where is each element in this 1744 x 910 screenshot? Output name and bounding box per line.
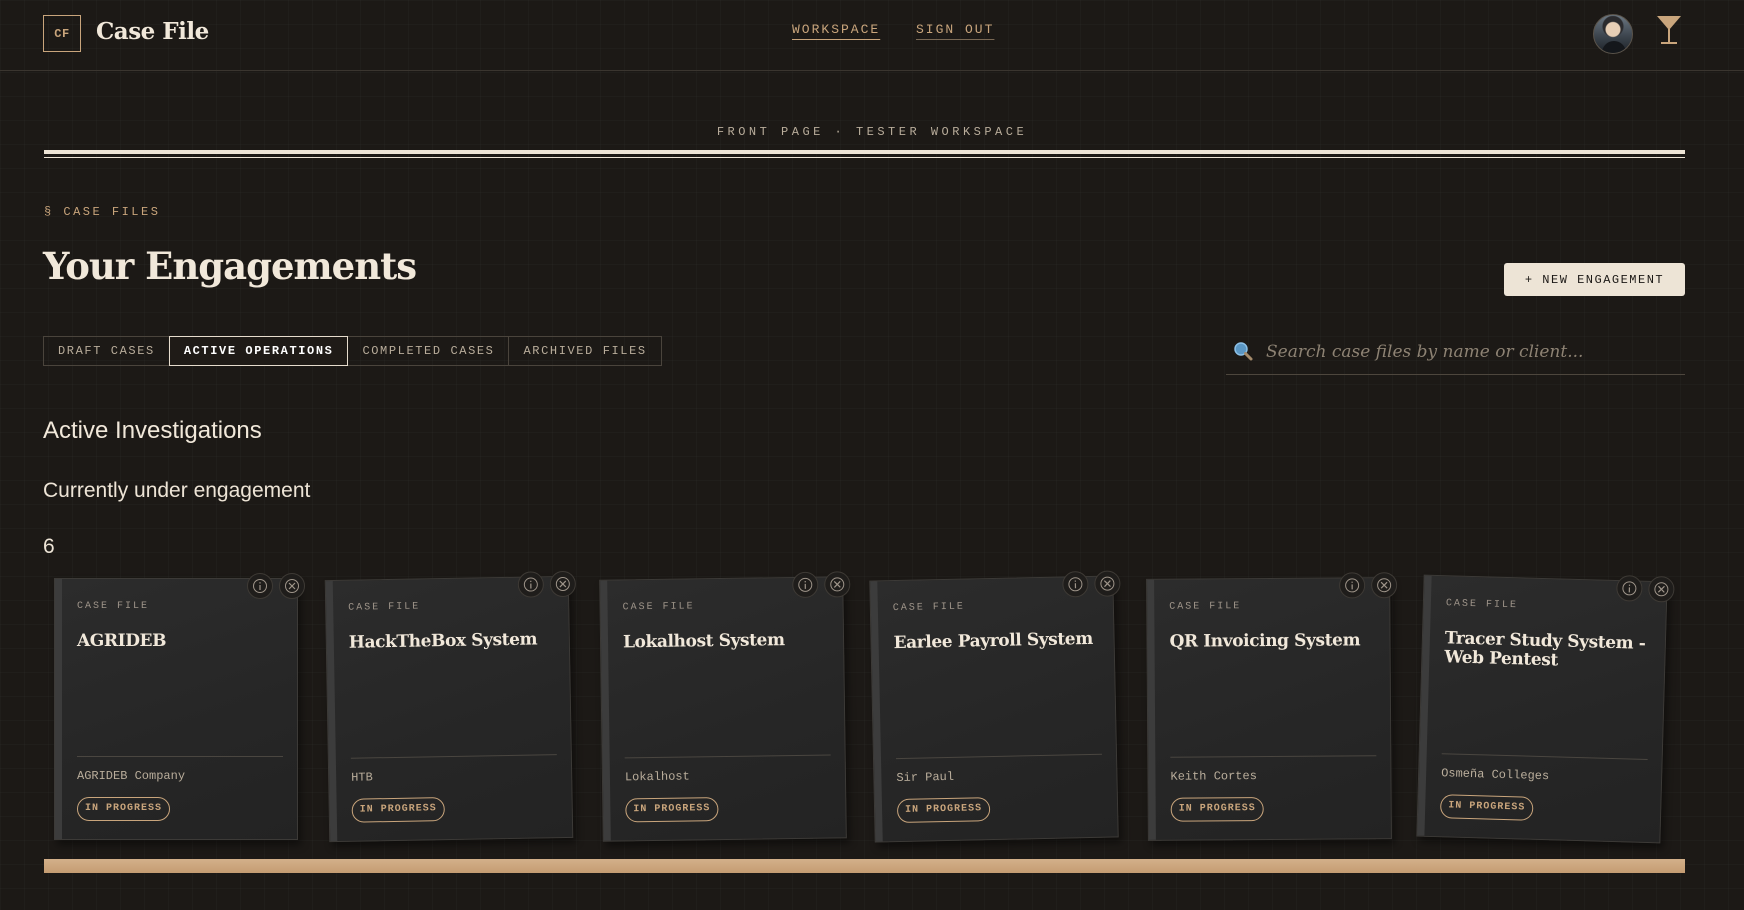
info-icon xyxy=(798,577,813,592)
tab-completed-cases[interactable]: COMPLETED CASES xyxy=(347,336,510,366)
status-badge: IN PROGRESS xyxy=(77,797,171,821)
search-bar xyxy=(1226,332,1685,375)
close-circle-icon xyxy=(1654,582,1669,597)
card-label: CASE FILE xyxy=(1169,601,1242,613)
remove-button[interactable] xyxy=(1094,570,1121,597)
search-input[interactable] xyxy=(1266,336,1676,368)
search-icon xyxy=(1234,342,1253,361)
card-title: AGRIDEB xyxy=(77,631,167,651)
info-button[interactable] xyxy=(517,571,545,598)
case-card[interactable]: CASE FILE QR Invoicing System Keith Cort… xyxy=(1146,572,1398,841)
martini-glass-icon[interactable] xyxy=(1656,14,1682,46)
info-button[interactable] xyxy=(1339,572,1366,599)
remove-button[interactable] xyxy=(549,570,577,598)
engagement-count: 6 xyxy=(43,535,55,558)
shelf-bar xyxy=(44,859,1685,873)
card-client: HTB xyxy=(351,770,373,785)
remove-button[interactable] xyxy=(1371,572,1398,599)
case-card[interactable]: CASE FILE AGRIDEB AGRIDEB Company IN PRO… xyxy=(54,573,305,840)
info-icon xyxy=(1345,578,1360,593)
status-tabs: DRAFT CASES ACTIVE OPERATIONS COMPLETED … xyxy=(43,336,662,366)
card-client: Sir Paul xyxy=(896,769,955,786)
user-avatar[interactable] xyxy=(1593,14,1633,54)
card-title: Tracer Study System - Web Pentest xyxy=(1444,628,1646,671)
front-page-label: FRONT PAGE · TESTER WORKSPACE xyxy=(716,125,1028,139)
status-badge: IN PROGRESS xyxy=(351,797,445,823)
case-card[interactable]: CASE FILE Earlee Payroll System Sir Paul… xyxy=(869,570,1121,843)
app-title[interactable]: Case File xyxy=(96,18,209,45)
logo-mark[interactable]: CF xyxy=(43,15,81,52)
card-client: Osmeña Colleges xyxy=(1440,766,1550,784)
card-title: QR Invoicing System xyxy=(1169,630,1361,652)
close-circle-icon xyxy=(555,576,570,591)
status-badge: IN PROGRESS xyxy=(625,797,719,823)
info-button[interactable] xyxy=(1062,570,1089,598)
info-icon xyxy=(523,577,538,592)
case-card[interactable]: CASE FILE Tracer Study System - Web Pent… xyxy=(1416,574,1675,844)
info-button[interactable] xyxy=(792,571,819,599)
card-client: AGRIDEB Company xyxy=(77,769,186,783)
list-description: Currently under engagement xyxy=(43,479,311,502)
close-circle-icon xyxy=(285,579,299,593)
card-label: CASE FILE xyxy=(622,601,695,614)
nav-workspace[interactable]: WORKSPACE xyxy=(792,22,880,37)
status-badge: IN PROGRESS xyxy=(1439,794,1534,821)
remove-button[interactable] xyxy=(824,571,851,598)
remove-button[interactable] xyxy=(279,573,305,599)
card-client: Lokalhost xyxy=(624,769,690,785)
tab-draft-cases[interactable]: DRAFT CASES xyxy=(43,336,170,366)
remove-button[interactable] xyxy=(1648,575,1675,603)
close-circle-icon xyxy=(830,577,845,592)
masthead-rule-thin xyxy=(44,157,1685,158)
info-icon xyxy=(1068,577,1083,592)
case-card[interactable]: CASE FILE HackTheBox System HTB IN PROGR… xyxy=(324,570,577,843)
status-badge: IN PROGRESS xyxy=(896,797,991,824)
card-label: CASE FILE xyxy=(892,601,965,615)
card-title: HackTheBox System xyxy=(348,629,538,653)
tab-active-operations[interactable]: ACTIVE OPERATIONS xyxy=(168,336,349,366)
list-heading: Active Investigations xyxy=(43,417,262,444)
info-icon xyxy=(253,579,267,593)
page-title: Your Engagements xyxy=(43,244,417,288)
card-title: Earlee Payroll System xyxy=(893,628,1094,654)
card-title: Lokalhost System xyxy=(622,630,785,653)
case-card[interactable]: CASE FILE Lokalhost System Lokalhost IN … xyxy=(599,571,851,842)
close-circle-icon xyxy=(1377,578,1392,593)
tab-archived-files[interactable]: ARCHIVED FILES xyxy=(508,336,662,366)
card-label: CASE FILE xyxy=(348,601,421,614)
card-label: CASE FILE xyxy=(77,601,150,612)
info-button[interactable] xyxy=(1616,575,1643,602)
new-engagement-button[interactable]: + NEW ENGAGEMENT xyxy=(1504,263,1685,296)
close-circle-icon xyxy=(1100,576,1115,591)
status-badge: IN PROGRESS xyxy=(1170,797,1264,822)
top-bar: CF Case File WORKSPACE SIGN OUT xyxy=(0,0,1744,71)
nav-sign-out[interactable]: SIGN OUT xyxy=(916,22,994,37)
section-label: § CASE FILES xyxy=(44,205,161,219)
masthead-rule xyxy=(44,150,1685,154)
info-button[interactable] xyxy=(247,573,273,599)
card-client: Keith Cortes xyxy=(1170,769,1257,784)
info-icon xyxy=(1622,581,1637,596)
